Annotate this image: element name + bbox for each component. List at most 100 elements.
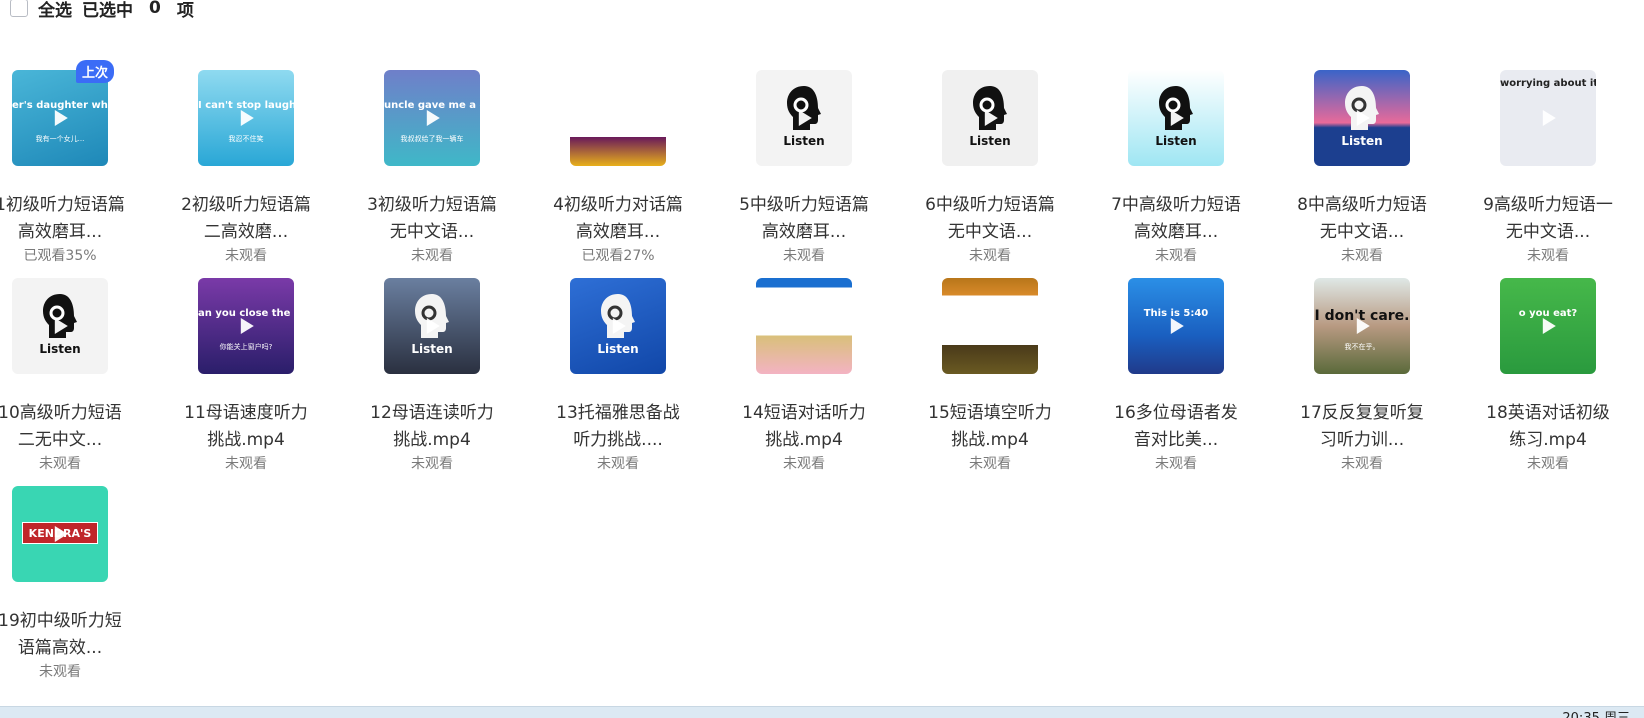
video-title[interactable]: 4初级听力对话篇高效磨耳... xyxy=(548,192,688,246)
video-thumbnail[interactable]: I can't stop laughing.我忍不住笑 xyxy=(198,70,294,166)
watch-status: 未观看 xyxy=(411,248,453,264)
selected-suffix: 项 xyxy=(176,0,194,21)
video-item[interactable]: 4初级听力对话篇高效磨耳... 已观看27% xyxy=(548,70,688,266)
thumbnail-listen-label: Listen xyxy=(1155,134,1197,148)
play-icon xyxy=(240,110,254,126)
video-title[interactable]: 17反反复复听复习听力训... xyxy=(1292,400,1432,454)
thumbnail-listen-label: Listen xyxy=(597,342,639,356)
watch-status: 未观看 xyxy=(225,248,267,264)
video-thumbnail[interactable]: Listen xyxy=(1314,70,1410,166)
video-item[interactable]: uncle gave me a car我叔叔给了我一辆车 3初级听力短语篇无中文语… xyxy=(362,70,502,266)
video-thumbnail[interactable] xyxy=(756,278,852,374)
taskbar-clock: 20:35 周三 xyxy=(1562,707,1630,718)
video-thumbnail[interactable]: er's daughter who 我有一个女儿... 上次 xyxy=(12,60,114,166)
video-item[interactable]: Listen 7中高级听力短语高效磨耳... 未观看 xyxy=(1106,70,1246,266)
last-watched-badge: 上次 xyxy=(75,60,114,83)
video-item[interactable]: I don't care. 我不在乎。 17反反复复听复习听力训... 未观看 xyxy=(1292,278,1432,474)
video-item[interactable]: o you eat? 18英语对话初级练习.mp4 未观看 xyxy=(1478,278,1618,474)
video-item[interactable]: er's daughter who 我有一个女儿... 上次 1初级听力短语篇高效磨耳… xyxy=(0,60,130,266)
video-thumbnail[interactable]: Listen xyxy=(1128,70,1224,166)
video-thumbnail[interactable]: KENDRA'S xyxy=(12,486,108,582)
video-item[interactable]: an you close the window?你能关上窗户吗? 11母语速度听力… xyxy=(176,278,316,474)
video-item[interactable]: KENDRA'S 19初中级听力短语篇高效... 未观看 xyxy=(0,486,130,682)
play-icon xyxy=(426,110,440,126)
watch-status: 未观看 xyxy=(783,456,825,472)
video-thumbnail[interactable]: an you close the window?你能关上窗户吗? xyxy=(198,278,294,374)
video-thumbnail[interactable]: uncle gave me a car我叔叔给了我一辆车 xyxy=(384,70,480,166)
video-item[interactable]: Listen 8中高级听力短语无中文语... 未观看 xyxy=(1292,70,1432,266)
video-title[interactable]: 16多位母语者发音对比美... xyxy=(1106,400,1246,454)
video-item[interactable]: worrying about it and tak 9高级听力短语一无中文语...… xyxy=(1478,70,1618,266)
video-item[interactable]: Listen 5中级听力短语篇高效磨耳... 未观看 xyxy=(734,70,874,266)
select-all-label[interactable]: 全选 xyxy=(38,0,72,21)
video-item[interactable]: Listen 10高级听力短语二无中文... 未观看 xyxy=(0,278,130,474)
watch-status: 未观看 xyxy=(1527,248,1569,264)
play-icon xyxy=(54,110,68,126)
thumbnail-subcaption: 我不在乎。 xyxy=(1344,343,1380,351)
thumbnail-listen-label: Listen xyxy=(411,342,453,356)
video-item[interactable]: Listen 12母语连读听力挑战.mp4 未观看 xyxy=(362,278,502,474)
watch-status: 未观看 xyxy=(969,456,1011,472)
video-item[interactable]: I can't stop laughing.我忍不住笑 2初级听力短语篇二高效磨.… xyxy=(176,70,316,266)
watch-status: 未观看 xyxy=(1155,248,1197,264)
video-item[interactable]: 14短语对话听力挑战.mp4 未观看 xyxy=(734,278,874,474)
watch-status: 未观看 xyxy=(1527,456,1569,472)
thumbnail-subcaption: 我有一个女儿... xyxy=(35,135,85,143)
video-item[interactable]: Listen 6中级听力短语篇无中文语... 未观看 xyxy=(920,70,1060,266)
play-icon xyxy=(612,318,626,334)
play-icon xyxy=(798,110,812,126)
video-title[interactable]: 13托福雅思备战听力挑战.... xyxy=(548,400,688,454)
video-thumbnail[interactable]: Listen xyxy=(756,70,852,166)
thumbnail-listen-label: Listen xyxy=(783,134,825,148)
video-title[interactable]: 19初中级听力短语篇高效... xyxy=(0,608,130,662)
video-title[interactable]: 18英语对话初级练习.mp4 xyxy=(1478,400,1618,454)
play-icon xyxy=(984,110,998,126)
play-icon xyxy=(240,318,254,334)
video-thumbnail[interactable]: o you eat? xyxy=(1500,278,1596,374)
video-title[interactable]: 14短语对话听力挑战.mp4 xyxy=(734,400,874,454)
video-title[interactable]: 12母语连读听力挑战.mp4 xyxy=(362,400,502,454)
play-icon xyxy=(426,318,440,334)
video-title[interactable]: 10高级听力短语二无中文... xyxy=(0,400,130,454)
play-icon xyxy=(1542,110,1556,126)
video-title[interactable]: 2初级听力短语篇二高效磨... xyxy=(176,192,316,246)
video-title[interactable]: 11母语速度听力挑战.mp4 xyxy=(176,400,316,454)
video-title[interactable]: 15短语填空听力挑战.mp4 xyxy=(920,400,1060,454)
selected-prefix: 已选中 xyxy=(82,0,133,21)
watch-status: 未观看 xyxy=(783,248,825,264)
play-icon xyxy=(612,110,626,126)
thumbnail-subcaption: 你能关上窗户吗? xyxy=(219,343,273,351)
video-thumbnail[interactable]: Listen xyxy=(942,70,1038,166)
video-thumbnail[interactable] xyxy=(570,70,666,166)
watch-status: 未观看 xyxy=(597,456,639,472)
taskbar: 20:35 周三 xyxy=(0,706,1644,718)
video-thumbnail[interactable]: worrying about it and tak xyxy=(1500,70,1596,166)
video-thumbnail[interactable] xyxy=(942,278,1038,374)
select-all-checkbox[interactable] xyxy=(10,0,28,17)
video-item[interactable]: This is 5:40 16多位母语者发音对比美... 未观看 xyxy=(1106,278,1246,474)
play-icon xyxy=(1542,318,1556,334)
video-thumbnail[interactable]: Listen xyxy=(12,278,108,374)
video-title[interactable]: 5中级听力短语篇高效磨耳... xyxy=(734,192,874,246)
watch-status: 未观看 xyxy=(1341,456,1383,472)
video-title[interactable]: 8中高级听力短语无中文语... xyxy=(1292,192,1432,246)
watch-status: 未观看 xyxy=(411,456,453,472)
video-thumbnail[interactable]: This is 5:40 xyxy=(1128,278,1224,374)
thumbnail-caption: worrying about it and tak xyxy=(1500,78,1596,89)
video-item[interactable]: Listen 13托福雅思备战听力挑战.... 未观看 xyxy=(548,278,688,474)
video-thumbnail[interactable]: Listen xyxy=(384,278,480,374)
thumbnail-listen-label: Listen xyxy=(1341,134,1383,148)
watch-status: 已观看35% xyxy=(23,248,97,264)
video-title[interactable]: 1初级听力短语篇高效磨耳... xyxy=(0,192,130,246)
video-item[interactable]: 15短语填空听力挑战.mp4 未观看 xyxy=(920,278,1060,474)
thumbnail-listen-label: Listen xyxy=(39,342,81,356)
video-title[interactable]: 7中高级听力短语高效磨耳... xyxy=(1106,192,1246,246)
video-thumbnail[interactable]: I don't care. 我不在乎。 xyxy=(1314,278,1410,374)
video-title[interactable]: 3初级听力短语篇无中文语... xyxy=(362,192,502,246)
play-icon xyxy=(54,318,68,334)
thumbnail-subcaption: 我忍不住笑 xyxy=(228,135,264,143)
watch-status: 未观看 xyxy=(39,664,81,680)
video-thumbnail[interactable]: Listen xyxy=(570,278,666,374)
video-title[interactable]: 6中级听力短语篇无中文语... xyxy=(920,192,1060,246)
video-title[interactable]: 9高级听力短语一无中文语... xyxy=(1478,192,1618,246)
